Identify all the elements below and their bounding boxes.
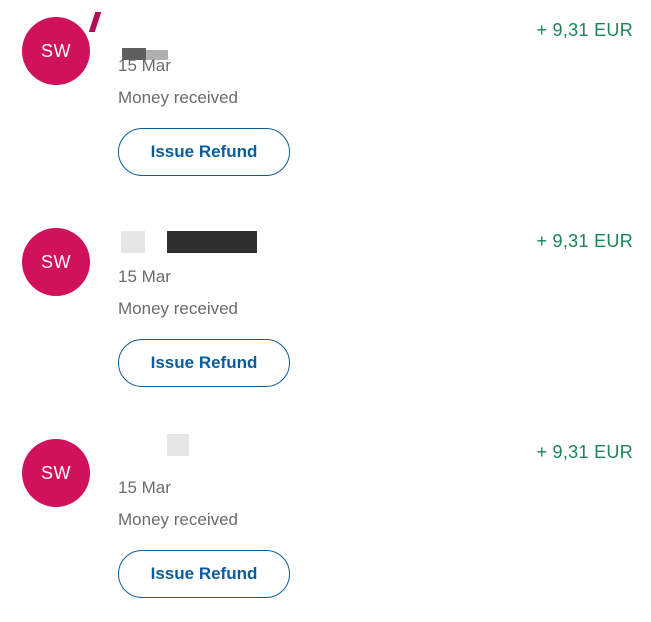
avatar: SW <box>22 17 90 85</box>
transaction-item[interactable]: SW 15 Mar Money received Issue Refund + … <box>0 0 651 200</box>
transaction-status: Money received <box>118 299 239 318</box>
redacted-name <box>167 231 257 253</box>
transaction-status: Money received <box>118 510 239 529</box>
transaction-status: Money received <box>118 88 239 107</box>
avatar-initials: SW <box>41 40 71 61</box>
transaction-amount: + 9,31 EUR <box>536 231 633 251</box>
decorative-mark <box>88 12 102 32</box>
avatar: SW <box>22 439 90 507</box>
redacted-name <box>167 434 189 456</box>
transaction-item[interactable]: SW 15 Mar Money received Issue Refund + … <box>0 422 651 622</box>
transaction-date: 15 Mar <box>118 478 171 497</box>
transaction-item[interactable]: SW 15 Mar Money received Issue Refund + … <box>0 211 651 411</box>
issue-refund-button[interactable]: Issue Refund <box>118 128 290 176</box>
issue-refund-button[interactable]: Issue Refund <box>118 339 290 387</box>
redacted-name <box>121 231 145 253</box>
avatar-initials: SW <box>41 251 71 272</box>
avatar: SW <box>22 228 90 296</box>
transaction-amount: + 9,31 EUR <box>536 20 633 40</box>
avatar-initials: SW <box>41 462 71 483</box>
transaction-date: 15 Mar <box>118 267 171 286</box>
issue-refund-button[interactable]: Issue Refund <box>118 550 290 598</box>
transaction-date: 15 Mar <box>118 56 171 75</box>
transaction-amount: + 9,31 EUR <box>536 442 633 462</box>
